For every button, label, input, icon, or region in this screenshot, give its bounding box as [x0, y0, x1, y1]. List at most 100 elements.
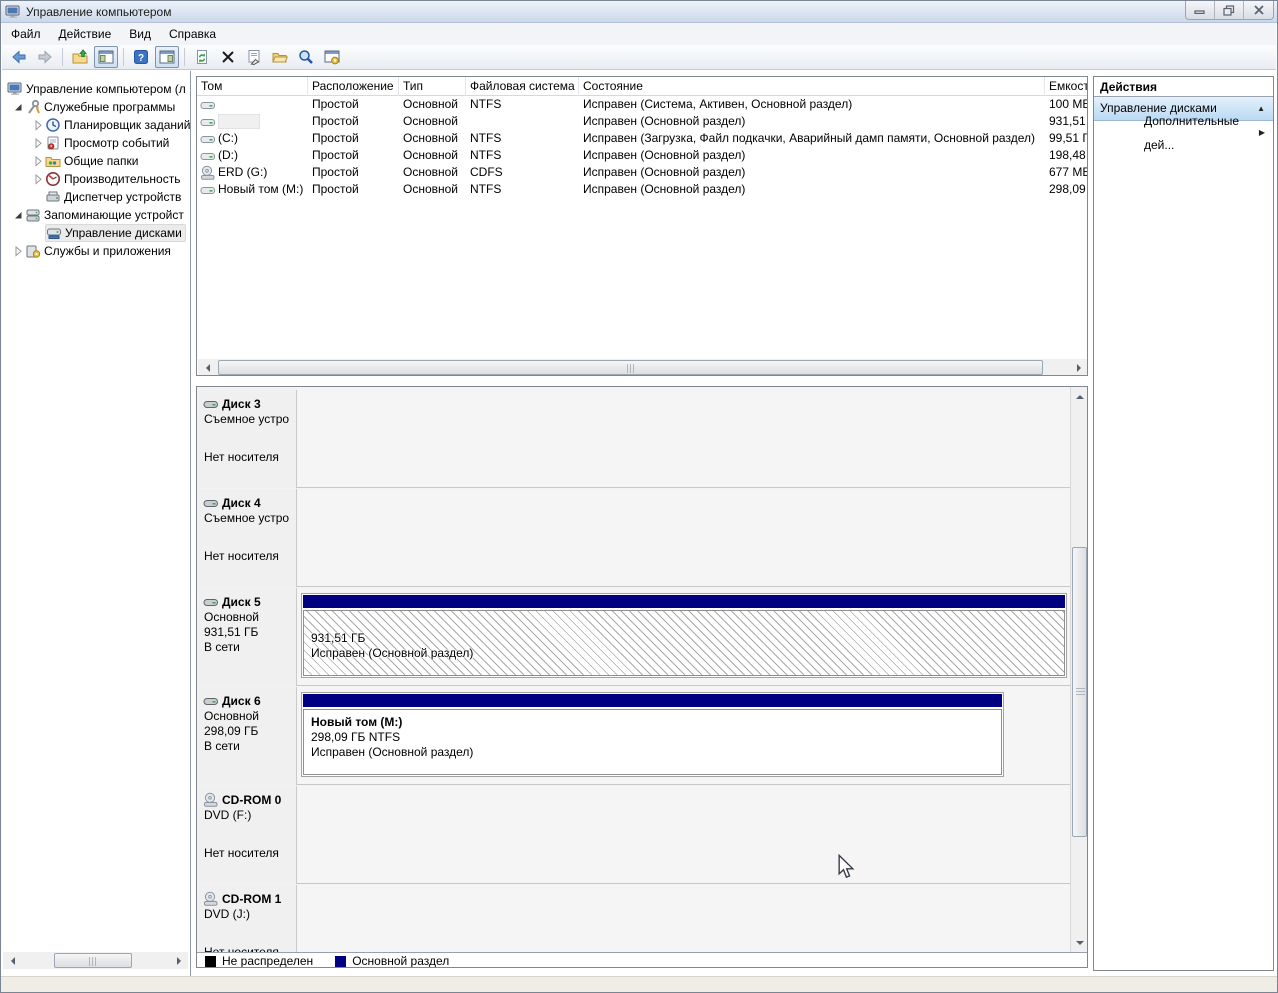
column-header-2[interactable]: Тип [399, 77, 466, 96]
volume-cell [218, 96, 308, 113]
partition[interactable]: Новый том (M:)298,09 ГБ NTFSИсправен (Ос… [303, 709, 1002, 775]
volume-row-2[interactable]: (C:)ПростойОсновнойNTFSИсправен (Загрузк… [197, 130, 1087, 147]
tree-item-7[interactable]: Запоминающие устройст [11, 206, 187, 224]
tree-item-9[interactable]: Службы и приложения [11, 242, 174, 260]
tree-item-0[interactable]: Управление компьютером (л [7, 80, 189, 98]
console-settings-button[interactable] [320, 46, 344, 68]
tree-expander-icon[interactable] [31, 154, 45, 168]
forward-arrow-button[interactable] [33, 46, 57, 68]
scroll-left-button[interactable] [198, 359, 215, 376]
disk-info-line: Основной [204, 610, 296, 624]
window-icon [5, 4, 21, 20]
column-header-4[interactable]: Состояние [579, 77, 1045, 96]
tree-item-3[interactable]: Просмотр событий [31, 134, 172, 152]
disk-name: Диск 6 [222, 694, 261, 708]
toolbar-separator [123, 48, 124, 66]
scroll-right-button[interactable] [171, 952, 188, 969]
tree-item-1[interactable]: Служебные программы [11, 98, 178, 116]
back-arrow-button[interactable] [7, 46, 31, 68]
disk-label-panel[interactable]: Диск 3Съемное устроНет носителя [197, 390, 297, 488]
scroll-thumb[interactable] [1072, 547, 1087, 837]
volume-cell: 198,48 [1049, 147, 1088, 164]
volume-row-3[interactable]: (D:)ПростойОсновнойNTFSИсправен (Основно… [197, 147, 1087, 164]
disk-bar[interactable]: Новый том (M:)298,09 ГБ NTFSИсправен (Ос… [301, 692, 1004, 777]
disk-bar[interactable]: 931,51 ГБИсправен (Основной раздел) [301, 593, 1067, 678]
scroll-up-button[interactable] [1071, 387, 1088, 404]
delete-button[interactable] [216, 46, 240, 68]
find-button[interactable] [294, 46, 318, 68]
column-header-5[interactable]: Емкость [1045, 77, 1088, 96]
menu-help[interactable]: Справка [160, 24, 225, 44]
tree-item-5[interactable]: Производительность [31, 170, 183, 188]
disk-label-panel[interactable]: CD-ROM 0DVD (F:)Нет носителя [197, 786, 297, 884]
tree-expander-icon[interactable] [31, 118, 45, 132]
window-title: Управление компьютером [26, 5, 171, 19]
disk-row-1[interactable]: Диск 4Съемное устроНет носителя [197, 489, 1070, 587]
open-folder-button[interactable] [268, 46, 292, 68]
partition-selected[interactable]: 931,51 ГБИсправен (Основной раздел) [303, 610, 1065, 676]
disk-row-4[interactable]: CD-ROM 0DVD (F:)Нет носителя [197, 786, 1070, 884]
volume-row-1[interactable]: ПростойОсновнойИсправен (Основной раздел… [197, 113, 1087, 130]
volume-icon [200, 131, 216, 146]
console-tree-toggle-button[interactable] [94, 46, 118, 68]
scroll-thumb[interactable] [54, 953, 132, 968]
scroll-thumb[interactable] [218, 360, 1043, 375]
menu-view[interactable]: Вид [120, 24, 160, 44]
tree-item-2[interactable]: Планировщик заданий [31, 116, 191, 134]
properties-button[interactable] [242, 46, 266, 68]
up-level-folder-button[interactable] [68, 46, 92, 68]
disk-row-2[interactable]: Диск 5Основной931,51 ГБВ сети931,51 ГБИс… [197, 588, 1070, 686]
expander-placeholder [31, 226, 45, 240]
disk-label-panel[interactable]: Диск 6Основной298,09 ГБВ сети [197, 687, 297, 785]
menu-action[interactable]: Действие [50, 24, 121, 44]
volume-cell [470, 113, 579, 130]
tree-expander-icon[interactable] [31, 136, 45, 150]
disk-name: Диск 4 [222, 496, 261, 510]
volume-cell: ERD (G:) [218, 164, 308, 181]
close-button[interactable] [1244, 1, 1273, 19]
disk-label-panel[interactable]: CD-ROM 1DVD (J:)Нет носителя [197, 885, 297, 952]
volume-cell [218, 113, 308, 130]
disk-row-0[interactable]: Диск 3Съемное устроНет носителя [197, 390, 1070, 488]
tree-item-6[interactable]: Диспетчер устройств [31, 188, 184, 206]
list-horizontal-scrollbar[interactable] [198, 359, 1088, 376]
volume-cell: Новый том (M:) [218, 181, 308, 198]
tree-expander-icon[interactable] [11, 100, 25, 114]
volume-cell: Исправен (Основной раздел) [583, 113, 1045, 130]
disk-label-panel[interactable]: Диск 4Съемное устроНет носителя [197, 489, 297, 587]
scroll-left-button[interactable] [3, 952, 20, 969]
column-header-3[interactable]: Файловая система [466, 77, 579, 96]
menu-file[interactable]: Файл [2, 24, 50, 44]
tree-item-4[interactable]: Общие папки [31, 152, 141, 170]
volume-row-5[interactable]: Новый том (M:)ПростойОсновнойNTFSИсправе… [197, 181, 1087, 198]
scroll-track[interactable] [20, 952, 171, 969]
refresh-button[interactable] [190, 46, 214, 68]
tree-expander-icon[interactable] [11, 244, 25, 258]
actions-item-more-actions[interactable]: Дополнительные дей... ▶ [1094, 121, 1273, 145]
volume-row-4[interactable]: ERD (G:)ПростойОсновнойCDFSИсправен (Осн… [197, 164, 1087, 181]
legend-swatch-0 [205, 956, 216, 967]
scroll-track[interactable] [215, 359, 1071, 376]
tree-horizontal-scrollbar[interactable] [3, 952, 188, 969]
volume-cell: Простой [312, 96, 399, 113]
volume-icon [200, 114, 216, 129]
volume-cell: 931,51 [1049, 113, 1088, 130]
graph-vertical-scrollbar[interactable] [1070, 387, 1087, 952]
column-header-1[interactable]: Расположение [308, 77, 399, 96]
column-header-0[interactable]: Том [197, 77, 308, 96]
disk-label-panel[interactable]: Диск 5Основной931,51 ГБВ сети [197, 588, 297, 686]
scroll-down-button[interactable] [1071, 935, 1088, 952]
disk-row-5[interactable]: CD-ROM 1DVD (J:)Нет носителя [197, 885, 1070, 952]
tree-item-8[interactable]: Управление дисками [31, 224, 186, 242]
disk-drive-icon [203, 495, 221, 511]
help-button[interactable]: ? [129, 46, 153, 68]
scroll-right-button[interactable] [1071, 359, 1088, 376]
minimize-button[interactable] [1186, 1, 1215, 19]
tree-expander-icon[interactable] [31, 172, 45, 186]
action-pane-toggle-button[interactable] [155, 46, 179, 68]
volume-cell: 677 МБ [1049, 164, 1088, 181]
volume-row-0[interactable]: ПростойОсновнойNTFSИсправен (Система, Ак… [197, 96, 1087, 113]
restore-button[interactable] [1215, 1, 1244, 19]
disk-row-3[interactable]: Диск 6Основной298,09 ГБВ сетиНовый том (… [197, 687, 1070, 785]
tree-expander-icon[interactable] [11, 208, 25, 222]
